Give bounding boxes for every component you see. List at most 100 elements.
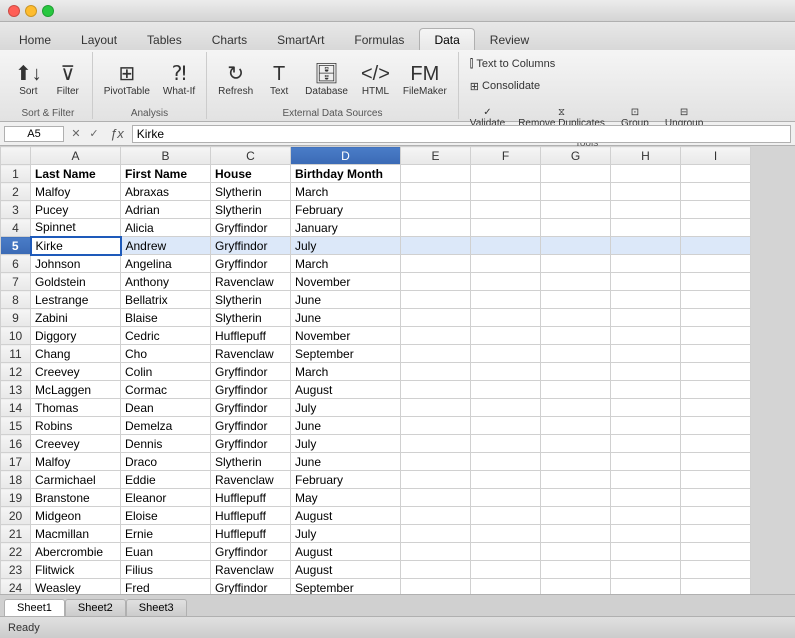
cell-H17[interactable] [611,453,681,471]
row-number-4[interactable]: 4 [1,219,31,237]
cell-B15[interactable]: Demelza [121,417,211,435]
cell-F5[interactable] [471,237,541,255]
cell-B24[interactable]: Fred [121,579,211,595]
cell-C9[interactable]: Slytherin [211,309,291,327]
cell-E13[interactable] [401,381,471,399]
cell-I5[interactable] [681,237,751,255]
cell-C17[interactable]: Slytherin [211,453,291,471]
cell-C4[interactable]: Gryffindor [211,219,291,237]
row-number-7[interactable]: 7 [1,273,31,291]
refresh-button[interactable]: ↻ Refresh [213,54,258,106]
cell-B13[interactable]: Cormac [121,381,211,399]
cell-E8[interactable] [401,291,471,309]
row-number-6[interactable]: 6 [1,255,31,273]
cell-A9[interactable]: Zabini [31,309,121,327]
cell-D16[interactable]: July [291,435,401,453]
ribbon-tab-smartart[interactable]: SmartArt [262,28,339,50]
cell-H7[interactable] [611,273,681,291]
cell-H15[interactable] [611,417,681,435]
cell-D22[interactable]: August [291,543,401,561]
col-header-C[interactable]: C [211,147,291,165]
col-header-A[interactable]: A [31,147,121,165]
cell-F4[interactable] [471,219,541,237]
cell-G12[interactable] [541,363,611,381]
cell-D17[interactable]: June [291,453,401,471]
cell-H4[interactable] [611,219,681,237]
row-number-12[interactable]: 12 [1,363,31,381]
cell-D7[interactable]: November [291,273,401,291]
cell-A7[interactable]: Goldstein [31,273,121,291]
cell-C14[interactable]: Gryffindor [211,399,291,417]
cell-C21[interactable]: Hufflepuff [211,525,291,543]
cell-I4[interactable] [681,219,751,237]
cell-I18[interactable] [681,471,751,489]
cell-A21[interactable]: Macmillan [31,525,121,543]
formula-confirm-button[interactable]: ✓ [86,126,102,142]
cell-H23[interactable] [611,561,681,579]
cell-F1[interactable] [471,165,541,183]
cell-A3[interactable]: Pucey [31,201,121,219]
row-number-23[interactable]: 23 [1,561,31,579]
col-header-F[interactable]: F [471,147,541,165]
cell-C12[interactable]: Gryffindor [211,363,291,381]
consolidate-button[interactable]: ⊞ Consolidate [465,76,545,96]
cell-I24[interactable] [681,579,751,595]
cell-E9[interactable] [401,309,471,327]
cell-H11[interactable] [611,345,681,363]
ribbon-tab-charts[interactable]: Charts [197,28,262,50]
cell-B5[interactable]: Andrew [121,237,211,255]
cell-G13[interactable] [541,381,611,399]
row-number-10[interactable]: 10 [1,327,31,345]
cell-E22[interactable] [401,543,471,561]
cell-I12[interactable] [681,363,751,381]
cell-A16[interactable]: Creevey [31,435,121,453]
minimize-button[interactable] [25,5,37,17]
cell-G3[interactable] [541,201,611,219]
cell-E18[interactable] [401,471,471,489]
cell-C13[interactable]: Gryffindor [211,381,291,399]
cell-H19[interactable] [611,489,681,507]
cell-H9[interactable] [611,309,681,327]
cell-B9[interactable]: Blaise [121,309,211,327]
cell-A17[interactable]: Malfoy [31,453,121,471]
cell-G16[interactable] [541,435,611,453]
text-to-columns-button[interactable]: ⫿ Text to Columns [465,54,560,74]
cell-D23[interactable]: August [291,561,401,579]
cell-H22[interactable] [611,543,681,561]
col-header-B[interactable]: B [121,147,211,165]
cell-C22[interactable]: Gryffindor [211,543,291,561]
cell-B2[interactable]: Abraxas [121,183,211,201]
cell-A2[interactable]: Malfoy [31,183,121,201]
cell-D14[interactable]: July [291,399,401,417]
ribbon-tab-tables[interactable]: Tables [132,28,197,50]
cell-G22[interactable] [541,543,611,561]
cell-G24[interactable] [541,579,611,595]
cell-B12[interactable]: Colin [121,363,211,381]
cell-D15[interactable]: June [291,417,401,435]
row-number-1[interactable]: 1 [1,165,31,183]
cell-H6[interactable] [611,255,681,273]
cell-F11[interactable] [471,345,541,363]
cell-D11[interactable]: September [291,345,401,363]
cell-G21[interactable] [541,525,611,543]
sheet-tab-1[interactable]: Sheet1 [4,599,65,616]
cell-F2[interactable] [471,183,541,201]
row-number-19[interactable]: 19 [1,489,31,507]
row-number-21[interactable]: 21 [1,525,31,543]
cell-E1[interactable] [401,165,471,183]
ribbon-tab-layout[interactable]: Layout [66,28,132,50]
cell-A15[interactable]: Robins [31,417,121,435]
cell-I11[interactable] [681,345,751,363]
cell-C11[interactable]: Ravenclaw [211,345,291,363]
cell-D8[interactable]: June [291,291,401,309]
row-number-11[interactable]: 11 [1,345,31,363]
cell-G18[interactable] [541,471,611,489]
row-number-3[interactable]: 3 [1,201,31,219]
cell-F12[interactable] [471,363,541,381]
cell-G15[interactable] [541,417,611,435]
cell-A6[interactable]: Johnson [31,255,121,273]
cell-C3[interactable]: Slytherin [211,201,291,219]
cell-H18[interactable] [611,471,681,489]
database-button[interactable]: 🗄 Database [300,54,353,106]
cell-B22[interactable]: Euan [121,543,211,561]
